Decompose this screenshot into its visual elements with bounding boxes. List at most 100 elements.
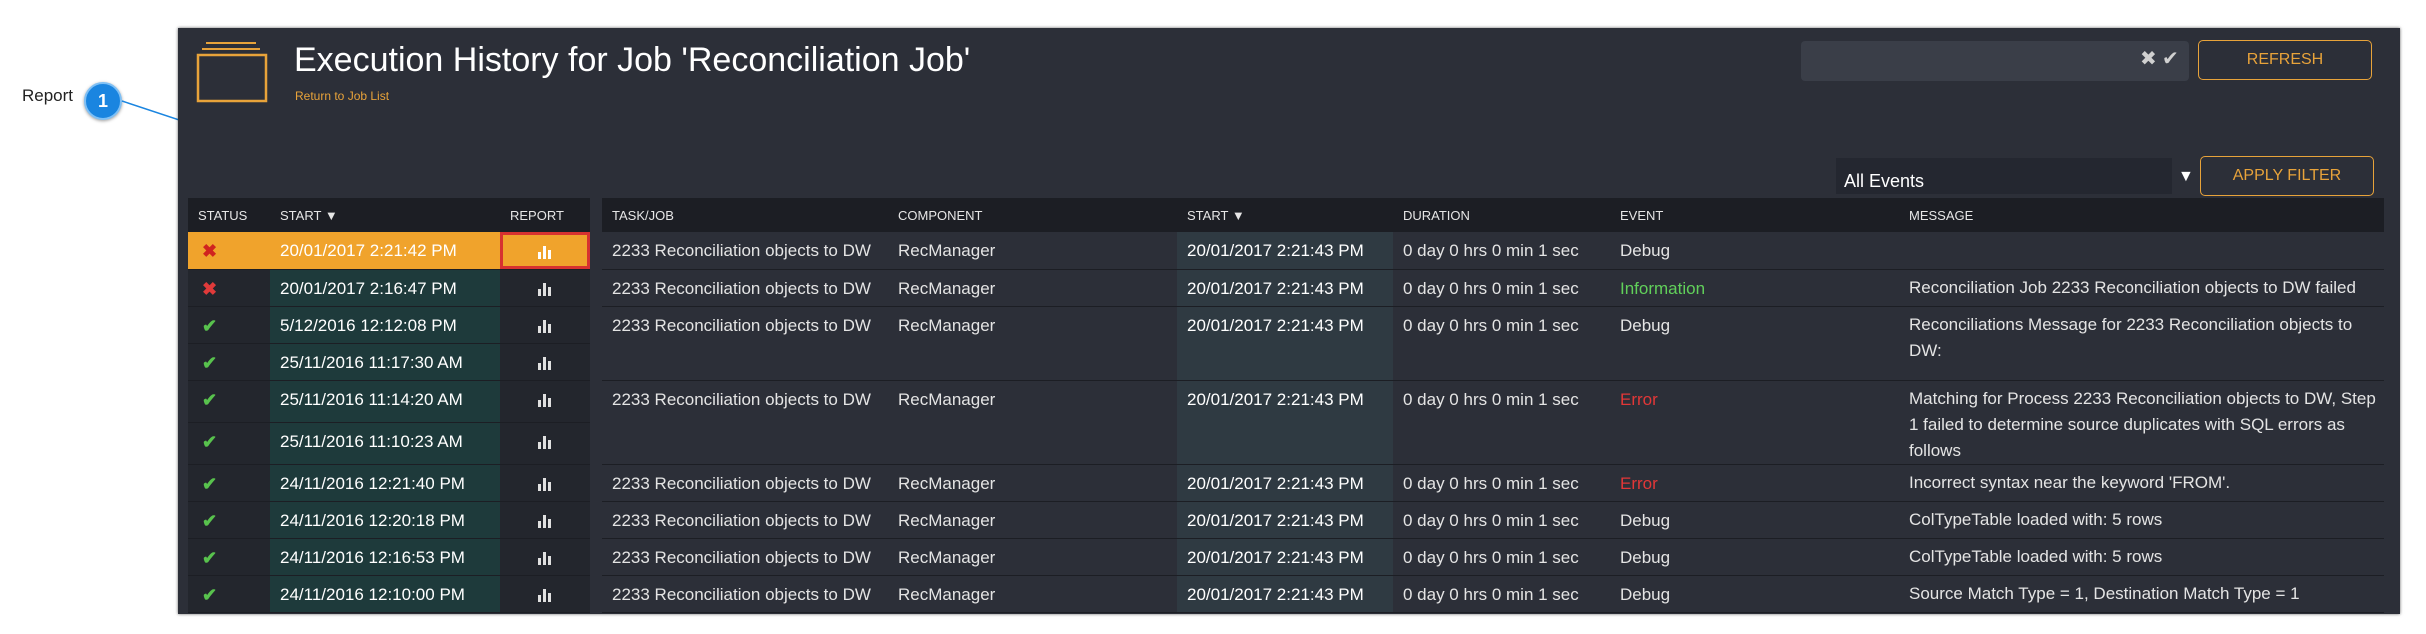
header-report[interactable]: REPORT [500,198,590,232]
event-event-cell: Debug [1610,501,1899,539]
execution-table: STATUS START ▼ REPORT TASK/JOB COMPONENT… [188,198,2384,613]
header-event-start[interactable]: START ▼ [1177,198,1393,232]
table-row[interactable]: ✔ 25/11/2016 11:14:20 AM 2233 Reconciliati… [188,380,2384,465]
report-cell[interactable] [500,538,590,576]
execution-history-panel: Execution History for Job 'Reconciliatio… [178,28,2400,614]
run-start-cell[interactable]: 25/11/2016 11:10:23 AM [270,422,500,465]
run-start-cell[interactable]: 24/11/2016 12:21:40 PM [270,464,500,502]
return-to-job-list-link[interactable]: Return to Job List [295,89,389,103]
event-duration-cell: 0 day 0 hrs 0 min 1 sec [1393,232,1610,270]
header-status[interactable]: STATUS [188,198,270,232]
report-cell[interactable] [500,575,590,613]
header-duration[interactable]: DURATION [1393,198,1610,232]
failed-icon: ✖ [202,278,218,299]
refresh-button[interactable]: REFRESH [2198,40,2372,80]
event-event-cell: Information [1610,269,1899,307]
report-chart-icon[interactable] [537,585,553,604]
column-gap [590,422,602,464]
report-chart-icon[interactable] [537,511,553,530]
run-start-cell[interactable]: 20/01/2017 2:16:47 PM [270,269,500,307]
report-cell[interactable] [500,422,590,465]
event-start-cell: 20/01/2017 2:21:43 PM [1177,464,1393,502]
column-gap [590,380,602,422]
column-gap [590,306,602,343]
run-start-cell[interactable]: 25/11/2016 11:14:20 AM [270,380,500,423]
event-event-cell: Debug [1610,232,1899,270]
event-message-cell: Incorrect syntax near the keyword 'FROM'… [1899,464,2384,502]
event-start-cell: 20/01/2017 2:21:43 PM [1177,380,1393,465]
header-event[interactable]: EVENT [1610,198,1899,232]
success-icon: ✔ [202,315,218,336]
close-icon[interactable]: ✖ [2140,46,2157,71]
run-start-cell[interactable]: 24/11/2016 12:16:53 PM [270,538,500,576]
status-cell: ✖ [188,269,270,307]
table-row[interactable]: ✔ 5/12/2016 12:12:08 PM 2233 Reconciliatio… [188,306,2384,381]
table-row[interactable]: ✖ 20/01/2017 2:21:42 PM 2233 Reconciliatio… [188,232,2384,270]
run-start-cell[interactable]: 24/11/2016 12:10:00 PM [270,575,500,613]
table-row[interactable]: ✔ 24/11/2016 12:20:18 PM 2233 Reconciliati… [188,501,2384,539]
event-message-cell: ColTypeTable loaded with: 5 rows [1899,538,2384,576]
report-cell[interactable] [500,343,590,381]
status-cell: ✔ [188,380,270,423]
event-filter-select[interactable]: All Events ▼ [1836,158,2196,194]
report-chart-icon[interactable] [537,279,553,298]
header-message[interactable]: MESSAGE [1899,198,2384,232]
event-start-cell: 20/01/2017 2:21:43 PM [1177,501,1393,539]
run-start-cell[interactable]: 20/01/2017 2:21:42 PM [270,232,500,270]
column-gap [590,538,602,575]
check-icon[interactable]: ✔ [2162,46,2179,71]
event-duration-cell: 0 day 0 hrs 0 min 1 sec [1393,464,1610,502]
column-gap [590,464,602,501]
event-event-cell: Error [1610,464,1899,502]
event-duration-cell: 0 day 0 hrs 0 min 1 sec [1393,575,1610,613]
event-duration-cell: 0 day 0 hrs 0 min 1 sec [1393,269,1610,307]
event-message-cell: Matching for Process 2233 Reconciliation… [1899,380,2384,465]
report-chart-icon[interactable] [537,432,553,451]
report-cell[interactable] [500,232,590,270]
success-icon: ✔ [202,352,218,373]
header-task[interactable]: TASK/JOB [602,198,888,232]
chevron-down-icon[interactable]: ▼ [2178,168,2194,186]
run-start-cell[interactable]: 25/11/2016 11:17:30 AM [270,343,500,381]
table-row[interactable]: ✔ 24/11/2016 12:16:53 PM 2233 Reconciliati… [188,538,2384,576]
report-chart-icon[interactable] [537,474,553,493]
header-run-start[interactable]: START ▼ [270,198,500,232]
table-row[interactable]: ✔ 24/11/2016 12:10:00 PM 2233 Reconciliati… [188,575,2384,613]
event-event-cell: Debug [1610,538,1899,576]
event-component-cell: RecManager [888,464,1177,502]
table-row[interactable]: ✔ 24/11/2016 12:21:40 PM 2233 Reconciliati… [188,464,2384,502]
failed-icon: ✖ [202,241,218,261]
table-row[interactable]: ✖ 20/01/2017 2:16:47 PM 2233 Reconciliatio… [188,269,2384,307]
report-cell[interactable] [500,306,590,344]
report-cell[interactable] [500,380,590,423]
event-component-cell: RecManager [888,501,1177,539]
report-chart-icon[interactable] [537,353,553,372]
report-chart-icon[interactable] [537,390,553,409]
status-cell: ✔ [188,575,270,613]
event-event-cell: Debug [1610,306,1899,381]
report-chart-icon[interactable] [537,241,553,260]
report-chart-icon[interactable] [537,548,553,567]
search-input[interactable] [1801,41,2189,81]
success-icon: ✔ [202,510,218,531]
sort-desc-icon: ▼ [324,207,338,223]
report-cell[interactable] [500,269,590,307]
report-chart-icon[interactable] [537,316,553,335]
event-task-cell: 2233 Reconciliation objects to DW [602,575,888,613]
event-component-cell: RecManager [888,232,1177,270]
event-task-cell: 2233 Reconciliation objects to DW [602,464,888,502]
event-duration-cell: 0 day 0 hrs 0 min 1 sec [1393,501,1610,539]
run-start-cell[interactable]: 24/11/2016 12:20:18 PM [270,501,500,539]
report-cell[interactable] [500,464,590,502]
status-cell: ✖ [188,232,270,270]
event-filter-value[interactable]: All Events [1836,158,2172,194]
event-message-cell [1899,232,2384,270]
event-event-cell: Debug [1610,575,1899,613]
apply-filter-button[interactable]: APPLY FILTER [2200,156,2374,196]
status-cell: ✔ [188,538,270,576]
event-event-cell: Error [1610,380,1899,465]
event-message-cell: Reconciliation Job 2233 Reconciliation o… [1899,269,2384,307]
run-start-cell[interactable]: 5/12/2016 12:12:08 PM [270,306,500,344]
report-cell[interactable] [500,501,590,539]
header-component[interactable]: COMPONENT [888,198,1177,232]
